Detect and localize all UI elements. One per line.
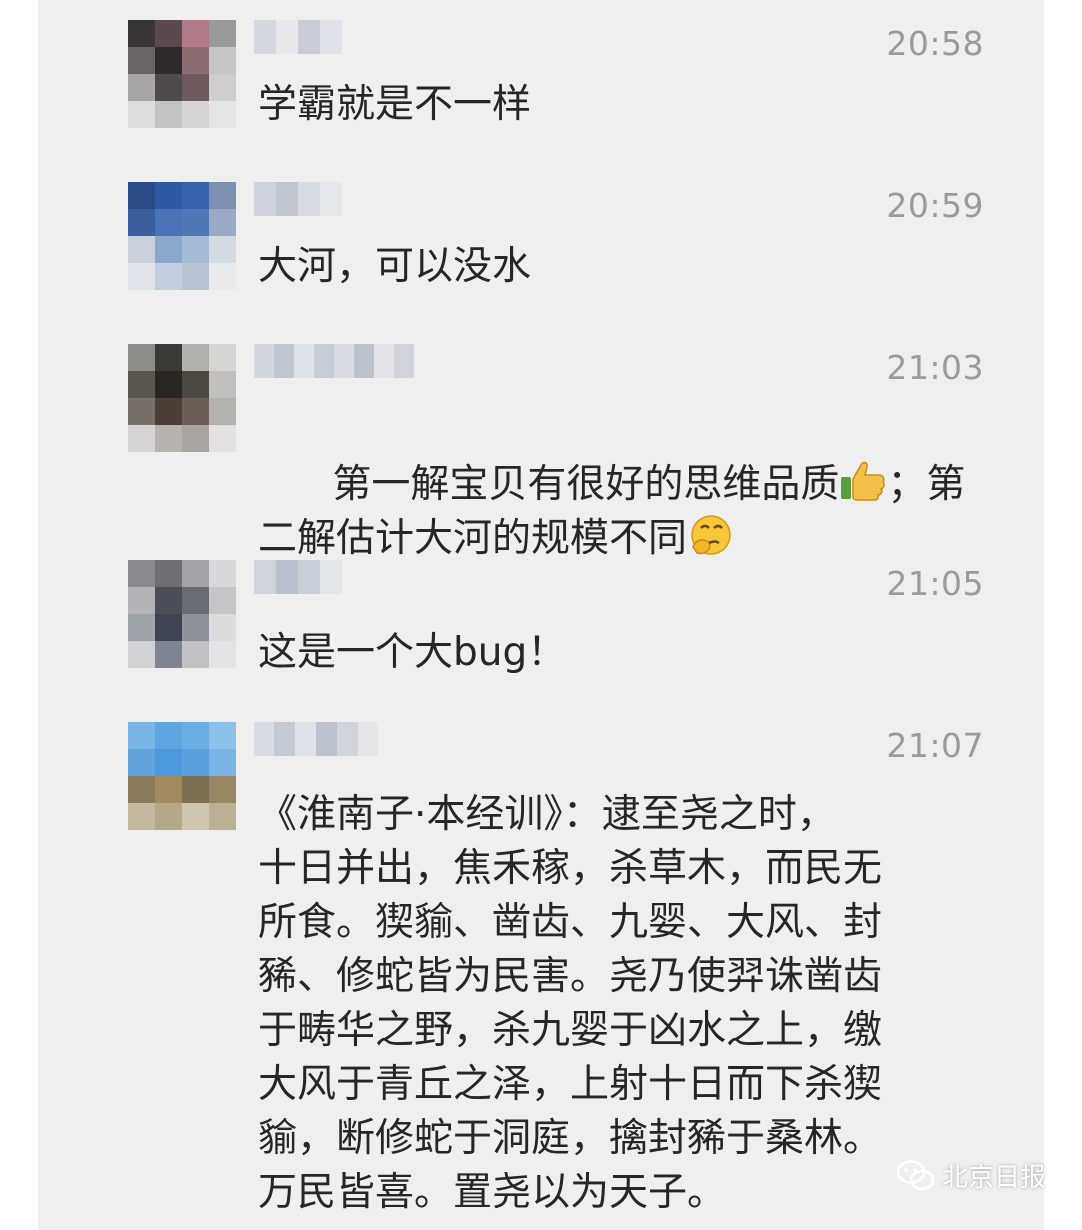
message-timestamp: 20:58 bbox=[886, 24, 984, 63]
avatar[interactable] bbox=[128, 560, 236, 668]
avatar[interactable] bbox=[128, 344, 236, 452]
avatar[interactable] bbox=[128, 722, 236, 830]
message-text: 大河，可以没水 bbox=[258, 244, 532, 289]
avatar[interactable] bbox=[128, 20, 236, 128]
avatar[interactable] bbox=[128, 182, 236, 290]
message-timestamp: 21:05 bbox=[886, 564, 984, 603]
sender-name-blurred bbox=[254, 20, 342, 54]
wechat-icon bbox=[896, 1159, 935, 1190]
message-text-line: ；第 bbox=[887, 462, 966, 507]
message-text: 这是一个大bug！ bbox=[258, 630, 567, 675]
watermark-text: 北京日报 bbox=[941, 1163, 1046, 1193]
message-timestamp: 20:59 bbox=[886, 186, 984, 225]
thumbs-up-icon bbox=[841, 461, 886, 501]
sender-name-blurred bbox=[254, 344, 414, 378]
message-text: 学霸就是不一样 bbox=[258, 82, 532, 127]
message-text: 《淮南子·本经训》：逮至尧之时， 十日并出，焦禾稼，杀草木，而民无 所食。猰貐、… bbox=[258, 792, 883, 1215]
chat-panel: 20:58 学霸就是不一样 20:59 大河，可以没水 21:03 第一解宝贝有… bbox=[38, 0, 1044, 1230]
sender-name-blurred bbox=[254, 182, 342, 216]
sender-name-blurred bbox=[254, 722, 378, 756]
message-timestamp: 21:07 bbox=[886, 726, 984, 765]
message-timestamp: 21:03 bbox=[886, 348, 984, 387]
message-text-line: 第一解宝贝有很好的思维品质 bbox=[332, 462, 840, 507]
publisher-watermark: 北京日报 bbox=[896, 1157, 1046, 1194]
message-text-line: 二解估计大河的规模不同 bbox=[258, 516, 688, 561]
sender-name-blurred bbox=[254, 560, 342, 594]
thinking-face-icon bbox=[691, 515, 731, 555]
